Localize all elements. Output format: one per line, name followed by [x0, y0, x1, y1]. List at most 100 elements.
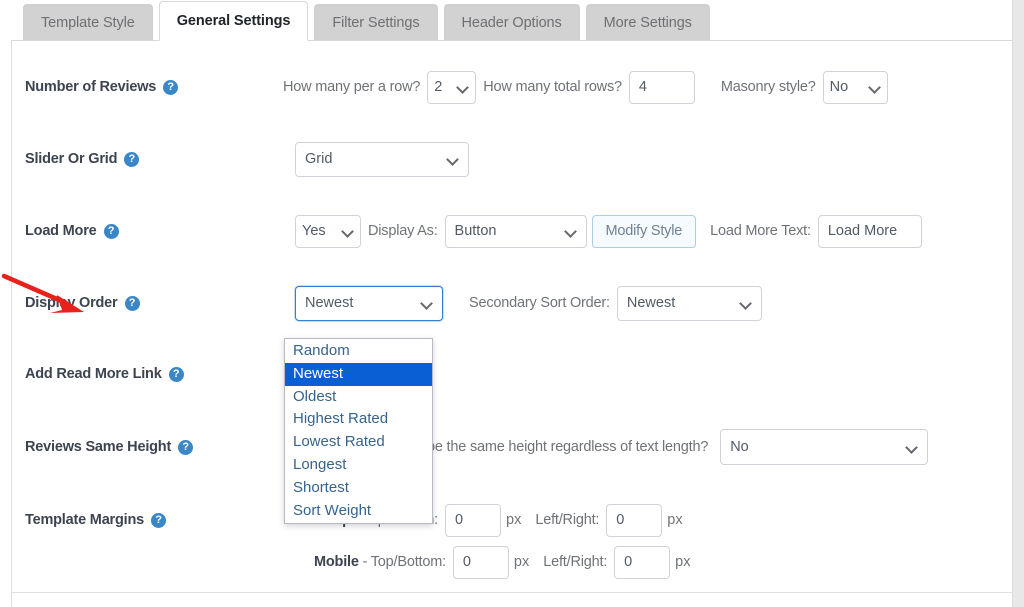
- label-load-more-text: Load More: [25, 223, 97, 239]
- label-display-order-text: Display Order: [25, 295, 118, 311]
- controls-number-of-reviews: How many per a row? 2 How many total row…: [283, 70, 888, 104]
- help-icon-display-order[interactable]: ?: [124, 295, 140, 311]
- chevron-down-icon: [457, 81, 469, 93]
- select-display-order-value: Newest: [305, 295, 354, 311]
- modify-style-button[interactable]: Modify Style: [591, 214, 697, 248]
- dropdown-option-random[interactable]: Random: [285, 340, 432, 363]
- label-template-margins: Template Margins ?: [25, 512, 167, 528]
- select-display-as-value: Button: [454, 223, 497, 239]
- label-mobile-top-bottom: Top/Bottom:: [370, 554, 446, 570]
- select-load-more-enabled-value: Yes: [302, 223, 326, 239]
- dropdown-option-newest[interactable]: Newest: [285, 362, 432, 386]
- label-mobile-prefix: Mobile: [314, 554, 359, 570]
- label-display-as: Display As:: [368, 223, 438, 239]
- select-reviews-same-height-value: No: [730, 439, 749, 455]
- help-icon-number-of-reviews[interactable]: ?: [163, 79, 179, 95]
- select-reviews-same-height[interactable]: No: [720, 429, 929, 465]
- label-how-many-per-row: How many per a row?: [283, 79, 421, 95]
- chevron-down-icon: [565, 225, 577, 237]
- controls-display-order: Newest Secondary Sort Order: Newest: [295, 285, 762, 321]
- input-load-more-text-value: Load More: [827, 223, 898, 239]
- label-add-read-more-link-text: Add Read More Link: [25, 366, 162, 382]
- modify-style-button-label: Modify Style: [605, 223, 683, 239]
- label-load-more-text: Load More Text:: [710, 223, 811, 239]
- chevron-down-icon: [740, 297, 752, 309]
- controls-template-margins-mobile: Mobile - Top/Bottom: 0 px Left/Right: 0 …: [295, 545, 704, 579]
- label-number-of-reviews-text: Number of Reviews: [25, 79, 157, 95]
- panel-bottom-edge: [11, 593, 1015, 607]
- unit-desktop-top-bottom: px: [506, 512, 522, 528]
- label-number-of-reviews: Number of Reviews ?: [25, 79, 179, 95]
- unit-mobile-top-bottom: px: [513, 554, 530, 570]
- tab-template-style[interactable]: Template Style: [23, 4, 153, 41]
- label-reviews-same-height-text: Reviews Same Height: [25, 439, 172, 455]
- tab-more-settings[interactable]: More Settings: [585, 4, 710, 41]
- label-load-more: Load More ?: [25, 223, 119, 239]
- select-per-row-value: 2: [434, 79, 443, 95]
- input-desktop-top-bottom-value: 0: [455, 512, 464, 528]
- select-masonry-style-value: No: [829, 79, 849, 95]
- page-right-gutter: [1012, 0, 1024, 607]
- input-total-rows[interactable]: 4: [628, 70, 695, 104]
- select-secondary-sort-order-value: Newest: [626, 295, 676, 311]
- chevron-down-icon: [421, 297, 433, 309]
- input-mobile-top-bottom-value: 0: [462, 554, 471, 570]
- controls-reviews-same-height: be the same height regardless of text le…: [427, 429, 929, 465]
- input-mobile-left-right-value: 0: [624, 554, 633, 570]
- input-desktop-left-right[interactable]: 0: [606, 503, 663, 537]
- dropdown-option-highest-rated[interactable]: Highest Rated: [285, 408, 432, 431]
- label-mobile-left-right: Left/Right:: [543, 554, 608, 570]
- unit-desktop-left-right: px: [667, 512, 683, 528]
- help-icon-reviews-same-height[interactable]: ?: [178, 439, 194, 455]
- select-display-as[interactable]: Button: [444, 214, 587, 248]
- label-masonry-style: Masonry style?: [720, 79, 816, 95]
- dropdown-option-lowest-rated[interactable]: Lowest Rated: [285, 431, 432, 454]
- label-display-order: Display Order ?: [25, 295, 140, 311]
- dropdown-option-shortest[interactable]: Shortest: [285, 477, 432, 500]
- dropdown-option-sort-weight[interactable]: Sort Weight: [285, 500, 432, 523]
- label-mobile-dash: -: [358, 554, 371, 570]
- unit-mobile-left-right: px: [675, 554, 691, 570]
- display-order-dropdown-list[interactable]: Random Newest Oldest Highest Rated Lowes…: [284, 338, 433, 525]
- help-icon-slider-or-grid[interactable]: ?: [124, 151, 140, 167]
- tab-general-settings[interactable]: General Settings: [158, 1, 309, 41]
- help-icon-add-read-more-link[interactable]: ?: [168, 366, 184, 382]
- label-desktop-left-right: Left/Right:: [535, 512, 600, 528]
- tab-filter-settings[interactable]: Filter Settings: [314, 4, 438, 41]
- input-desktop-top-bottom[interactable]: 0: [445, 503, 502, 537]
- select-masonry-style[interactable]: No: [822, 70, 888, 104]
- general-settings-panel: Number of Reviews ? How many per a row? …: [11, 40, 1013, 593]
- label-mobile-margins: Mobile - Top/Bottom:: [314, 554, 446, 570]
- select-per-row[interactable]: 2: [427, 70, 477, 104]
- input-mobile-top-bottom[interactable]: 0: [452, 545, 509, 579]
- help-icon-load-more[interactable]: ?: [103, 223, 119, 239]
- settings-tab-bar: Template Style General Settings Filter S…: [11, 0, 1013, 41]
- label-reviews-same-height-question: be the same height regardless of text le…: [427, 439, 709, 455]
- settings-page: Template Style General Settings Filter S…: [0, 0, 1024, 607]
- select-secondary-sort-order[interactable]: Newest: [616, 285, 762, 321]
- chevron-down-icon: [869, 81, 881, 93]
- label-how-many-total-rows: How many total rows?: [483, 79, 622, 95]
- select-load-more-enabled[interactable]: Yes: [295, 214, 361, 248]
- label-slider-or-grid-text: Slider Or Grid: [25, 151, 118, 167]
- input-total-rows-value: 4: [638, 79, 647, 95]
- dropdown-option-longest[interactable]: Longest: [285, 454, 432, 477]
- input-desktop-left-right-value: 0: [616, 512, 625, 528]
- chevron-down-icon: [447, 153, 459, 165]
- label-template-margins-text: Template Margins: [25, 512, 145, 528]
- input-load-more-text[interactable]: Load More: [817, 214, 922, 248]
- label-slider-or-grid: Slider Or Grid ?: [25, 151, 140, 167]
- select-slider-or-grid[interactable]: Grid: [295, 141, 469, 177]
- dropdown-option-oldest[interactable]: Oldest: [285, 386, 432, 409]
- chevron-down-icon: [906, 441, 918, 453]
- controls-slider-or-grid: Grid: [295, 141, 469, 177]
- label-secondary-sort-order: Secondary Sort Order:: [469, 295, 610, 311]
- label-add-read-more-link: Add Read More Link ?: [25, 366, 184, 382]
- select-display-order[interactable]: Newest: [295, 285, 443, 321]
- select-slider-or-grid-value: Grid: [305, 151, 333, 167]
- label-reviews-same-height: Reviews Same Height ?: [25, 439, 194, 455]
- input-mobile-left-right[interactable]: 0: [614, 545, 671, 579]
- chevron-down-icon: [342, 225, 354, 237]
- tab-header-options[interactable]: Header Options: [443, 4, 580, 41]
- help-icon-template-margins[interactable]: ?: [151, 512, 167, 528]
